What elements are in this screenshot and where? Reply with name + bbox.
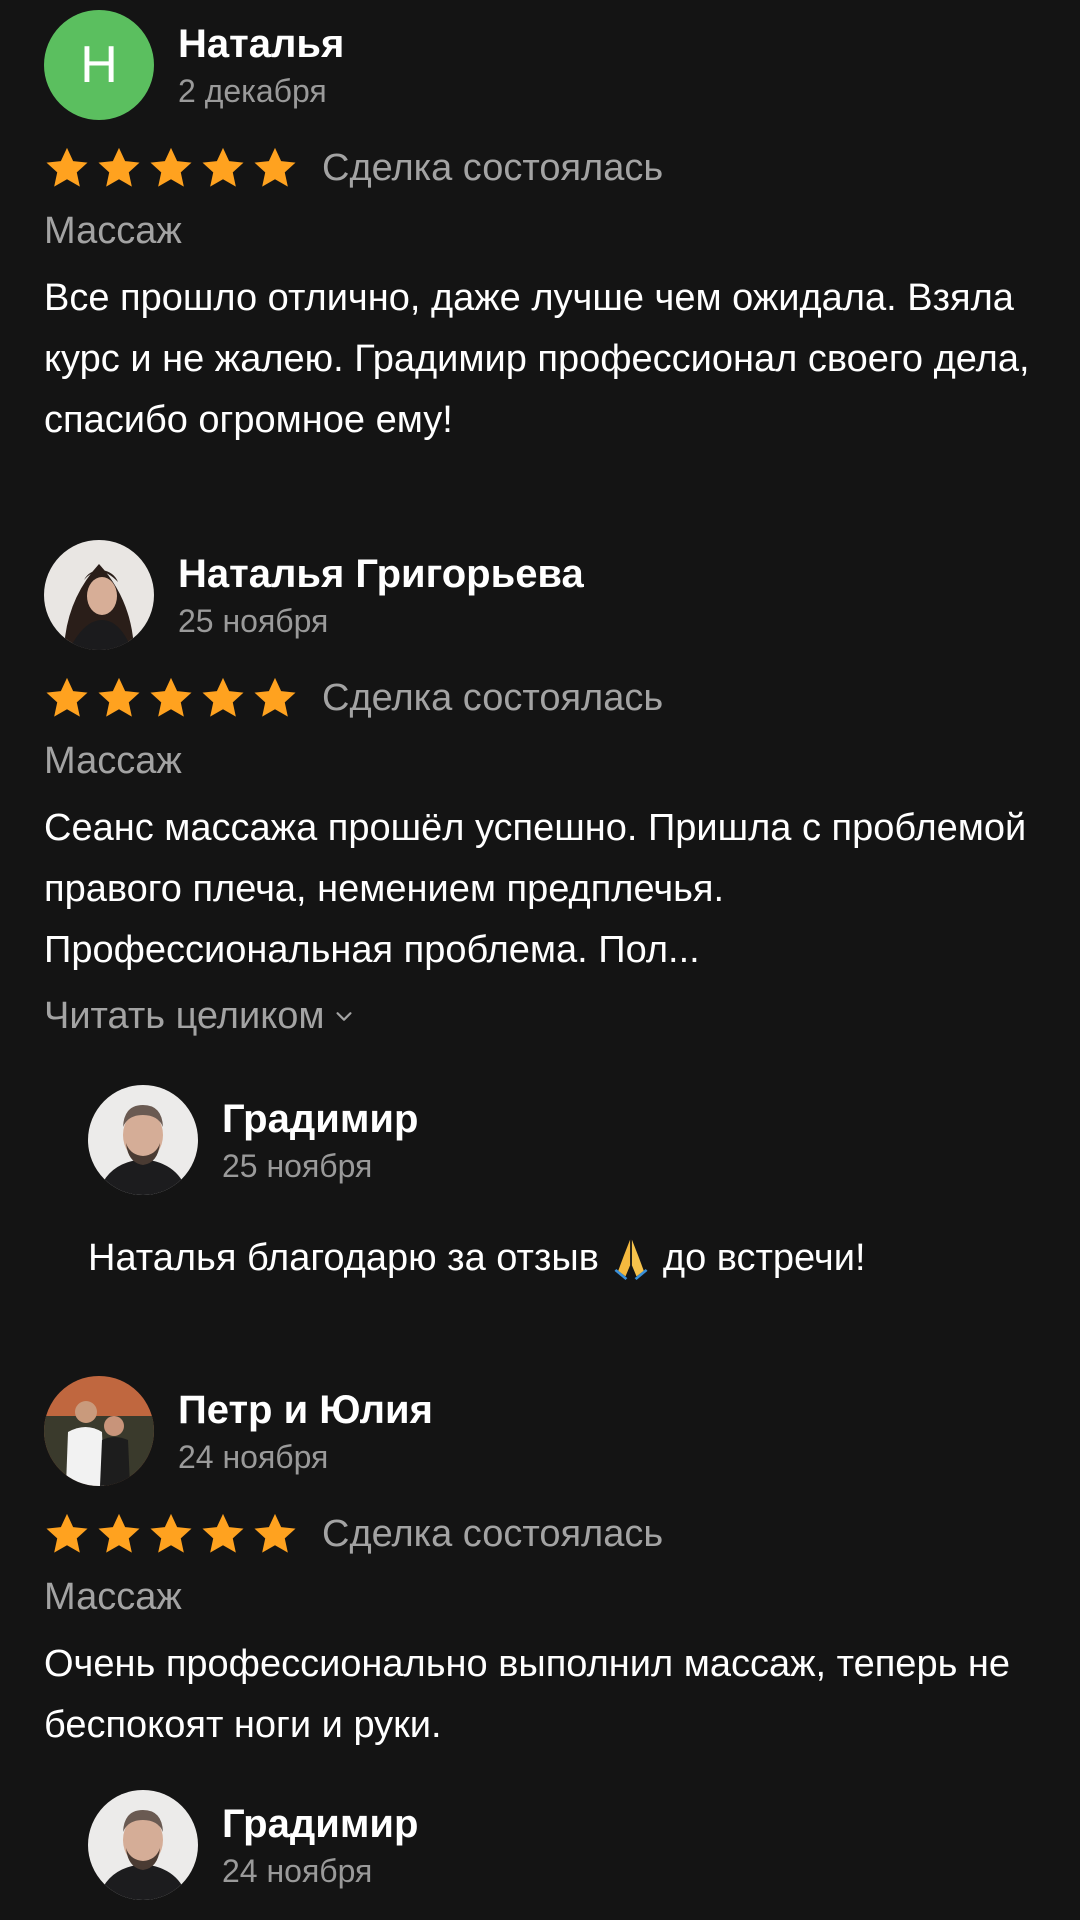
star-icon	[150, 147, 192, 187]
author-name[interactable]: Наталья	[178, 18, 344, 70]
review-text: Очень профессионально выполнил массаж, т…	[44, 1643, 1011, 1746]
star-icon	[98, 1513, 140, 1553]
author-name[interactable]: Петр и Юлия	[178, 1384, 433, 1436]
review-header: Наталья Григорьева 25 ноября	[44, 540, 1036, 650]
reply-header: Градимир 24 ноября	[88, 1790, 1036, 1900]
review-date: 2 декабря	[178, 73, 327, 109]
avatar[interactable]	[44, 540, 154, 650]
avatar[interactable]	[44, 1376, 154, 1486]
star-rating	[44, 675, 304, 721]
star-icon	[98, 147, 140, 187]
reply-text-part: Наталья благодарю за отзыв	[88, 1237, 599, 1279]
avatar[interactable]: Н	[44, 10, 154, 120]
seller-reply: Градимир 24 ноября	[88, 1790, 1036, 1900]
deal-status: Сделка состоялась	[322, 676, 664, 719]
review-category: Массаж	[44, 1576, 182, 1618]
star-icon	[150, 1513, 192, 1553]
user-photo-icon	[88, 1790, 198, 1900]
review-header: Петр и Юлия 24 ноября	[44, 1376, 1036, 1486]
rating-row: Сделка состоялась	[44, 140, 1036, 196]
star-icon	[254, 147, 296, 187]
read-more-label: Читать целиком	[44, 995, 325, 1037]
seller-reply: Градимир 25 ноября Наталья благодарю за …	[88, 1085, 1036, 1283]
star-icon	[202, 1513, 244, 1553]
user-photo-icon	[44, 540, 154, 650]
author-name[interactable]: Наталья Григорьева	[178, 548, 584, 600]
review-date: 25 ноября	[178, 603, 329, 639]
star-icon	[202, 677, 244, 717]
star-icon	[46, 1513, 88, 1553]
review-text: Сеанс массажа прошёл успешно. Пришла с п…	[44, 807, 1027, 971]
avatar[interactable]	[88, 1790, 198, 1900]
review-date: 24 ноября	[178, 1439, 329, 1475]
reply-header: Градимир 25 ноября	[88, 1085, 1036, 1195]
reply-date: 24 ноября	[222, 1853, 373, 1889]
review-header: Н Наталья 2 декабря	[44, 10, 1036, 120]
review-category: Массаж	[44, 210, 182, 252]
review-card: Наталья Григорьева 25 ноября Сделка сост…	[44, 540, 1036, 1041]
star-icon	[150, 677, 192, 717]
user-photo-icon	[88, 1085, 198, 1195]
review-category: Массаж	[44, 740, 182, 782]
star-icon	[202, 147, 244, 187]
review-card: Н Наталья 2 декабря Сделка состоялась Ма…	[44, 10, 1036, 451]
star-icon	[254, 1513, 296, 1553]
star-icon	[98, 677, 140, 717]
folded-hands-icon	[614, 1239, 648, 1280]
author-name[interactable]: Градимир	[222, 1798, 418, 1850]
review-text: Все прошло отлично, даже лучше чем ожида…	[44, 277, 1030, 441]
star-icon	[254, 677, 296, 717]
user-photo-icon	[44, 1376, 154, 1486]
star-icon	[46, 677, 88, 717]
reply-text: Наталья благодарю за отзыв до встречи!	[88, 1233, 1036, 1283]
reply-text-part: до встречи!	[662, 1237, 866, 1279]
rating-row: Сделка состоялась	[44, 670, 1036, 726]
star-icon	[46, 147, 88, 187]
deal-status: Сделка состоялась	[322, 146, 664, 189]
rating-row: Сделка состоялась	[44, 1506, 1036, 1562]
star-rating	[44, 145, 304, 191]
star-rating	[44, 1511, 304, 1557]
chevron-down-icon	[335, 1012, 352, 1021]
author-name[interactable]: Градимир	[222, 1093, 418, 1145]
read-more-link[interactable]: Читать целиком	[44, 991, 1036, 1041]
review-card: Петр и Юлия 24 ноября Сделка состоялась …	[44, 1376, 1036, 1756]
deal-status: Сделка состоялась	[322, 1512, 664, 1555]
avatar[interactable]	[88, 1085, 198, 1195]
reply-date: 25 ноября	[222, 1148, 373, 1184]
